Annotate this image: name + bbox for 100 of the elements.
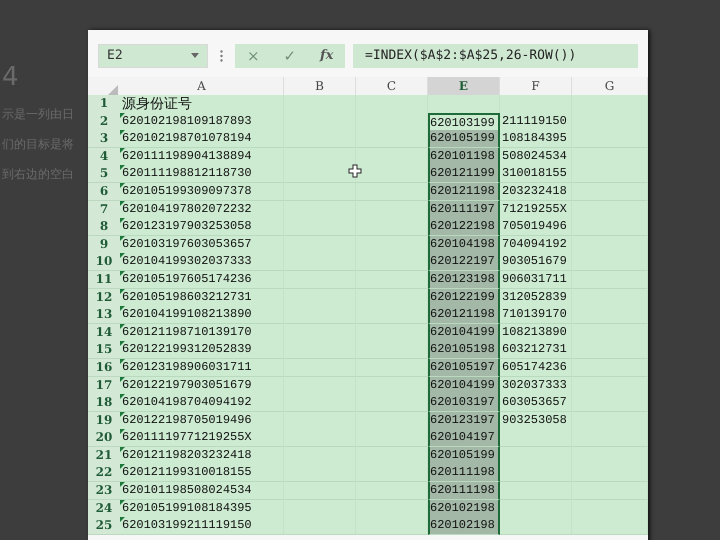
row-header[interactable]: 16 <box>88 358 120 377</box>
table-cell <box>356 182 428 201</box>
row-header[interactable]: 7 <box>88 200 120 219</box>
table-cell: 620121198 <box>428 306 500 324</box>
table-cell: 620123197 <box>428 412 500 430</box>
table-cell <box>356 306 428 324</box>
row-header[interactable]: 18 <box>88 394 120 412</box>
row-header[interactable]: 12 <box>88 288 120 307</box>
table-cell <box>356 464 428 482</box>
table-cell: 620121198710139170 <box>120 324 284 342</box>
table-cell <box>500 429 572 448</box>
table-cell <box>500 95 572 115</box>
table-cell <box>356 253 428 272</box>
row-header[interactable]: 13 <box>88 306 120 324</box>
column-header[interactable]: B <box>284 77 356 97</box>
row-header[interactable]: 15 <box>88 341 120 360</box>
table-cell: 603212731 <box>500 341 572 360</box>
row-header[interactable]: 25 <box>88 517 120 536</box>
row-header[interactable]: 6 <box>88 182 120 201</box>
table-cell <box>500 517 572 536</box>
row-header[interactable]: 23 <box>88 482 120 500</box>
table-cell <box>356 341 428 360</box>
table-cell: 310018155 <box>500 165 572 184</box>
table-cell <box>356 165 428 184</box>
table-cell <box>356 429 428 448</box>
table-cell: 620122198705019496 <box>120 412 284 430</box>
row-header[interactable]: 17 <box>88 376 120 394</box>
table-cell <box>356 446 428 465</box>
row-header[interactable]: 11 <box>88 270 120 289</box>
cross-cursor-icon <box>348 164 362 178</box>
table-cell <box>284 95 356 115</box>
table-cell: 620123198906031711 <box>120 358 284 377</box>
table-cell: 620102198701078194 <box>120 130 284 148</box>
row-header[interactable]: 5 <box>88 165 120 184</box>
row-header[interactable]: 22 <box>88 464 120 482</box>
table-cell: 108213890 <box>500 324 572 342</box>
table-cell <box>284 517 356 536</box>
table-cell: 620111198904138894 <box>120 148 284 166</box>
table-cell: 620123197903253058 <box>120 218 284 236</box>
table-cell: 620122199 <box>428 288 500 307</box>
table-cell <box>356 95 428 115</box>
table-cell: 620103199211119150 <box>120 517 284 536</box>
column-header[interactable]: F <box>500 77 572 97</box>
table-cell <box>356 324 428 342</box>
table-cell: 302037333 <box>500 376 572 394</box>
table-cell <box>284 165 356 184</box>
table-cell <box>356 482 428 500</box>
row-header[interactable]: 1 <box>88 95 120 115</box>
column-header[interactable]: E <box>428 77 500 97</box>
table-cell: 620105199309097378 <box>120 182 284 201</box>
table-cell: 508024534 <box>500 148 572 166</box>
formula-field[interactable]: =INDEX($A$2:$A$25,26-ROW()) <box>353 44 638 68</box>
more-icon <box>220 50 223 62</box>
column-header[interactable]: G <box>572 77 648 97</box>
column-header[interactable]: C <box>356 77 428 97</box>
table-cell: 906031711 <box>500 270 572 289</box>
table-cell: 71219255X <box>500 200 572 219</box>
table-cell: 620122197 <box>428 253 500 272</box>
table-cell <box>356 148 428 166</box>
row-header[interactable]: 3 <box>88 130 120 148</box>
table-cell: 710139170 <box>500 306 572 324</box>
row-header[interactable]: 14 <box>88 324 120 342</box>
table-cell: 603053657 <box>500 394 572 412</box>
row-header[interactable]: 24 <box>88 500 120 518</box>
table-cell: 620104199302037333 <box>120 253 284 272</box>
table-cell: 62011119771219255X <box>120 429 284 448</box>
table-cell <box>356 358 428 377</box>
table-cell <box>356 200 428 219</box>
table-cell <box>500 446 572 465</box>
table-cell: 620121198203232418 <box>120 446 284 465</box>
table-cell: 620102198 <box>428 500 500 518</box>
table-cell: 620104199 <box>428 376 500 394</box>
dropdown-icon[interactable] <box>191 53 199 58</box>
table-cell: 620104198 <box>428 236 500 254</box>
row-header[interactable]: 9 <box>88 236 120 254</box>
table-cell: 620103197603053657 <box>120 236 284 254</box>
corner-icon <box>108 85 118 95</box>
row-header[interactable]: 20 <box>88 429 120 448</box>
table-cell: 620105199108184395 <box>120 500 284 518</box>
row-header[interactable]: 21 <box>88 446 120 465</box>
table-cell <box>356 376 428 394</box>
name-box[interactable]: E2 <box>98 44 208 68</box>
table-cell: 620111198 <box>428 464 500 482</box>
row-header[interactable]: 19 <box>88 412 120 430</box>
row-header[interactable]: 10 <box>88 253 120 272</box>
insert-function-button[interactable]: fx <box>308 44 346 68</box>
row-header[interactable]: 8 <box>88 218 120 236</box>
table-cell: 620105197 <box>428 358 500 377</box>
table-cell: 705019496 <box>500 218 572 236</box>
table-cell: 704094192 <box>500 236 572 254</box>
table-cell <box>356 412 428 430</box>
table-cell: 620101198 <box>428 148 500 166</box>
row-header[interactable]: 4 <box>88 148 120 166</box>
table-cell: 620121199 <box>428 165 500 184</box>
table-cell <box>356 270 428 289</box>
table-cell <box>356 394 428 412</box>
table-cell: 620122198 <box>428 218 500 236</box>
column-header[interactable]: A <box>120 77 284 97</box>
table-cell: 903051679 <box>500 253 572 272</box>
table-cell: 903253058 <box>500 412 572 430</box>
